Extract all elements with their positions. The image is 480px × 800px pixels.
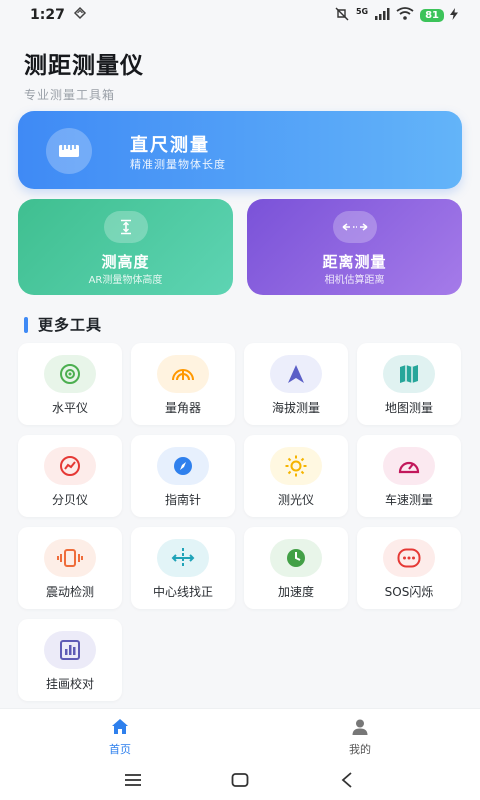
height-card-desc: AR测量物体高度 xyxy=(88,275,163,286)
bar-chart-icon xyxy=(44,631,96,669)
menu-icon[interactable] xyxy=(121,768,145,792)
tool-label: 加速度 xyxy=(277,585,314,599)
tool-label: 分贝仪 xyxy=(51,493,88,507)
tab-home-label: 首页 xyxy=(109,743,131,756)
center-line-icon xyxy=(157,539,209,577)
tool-label: 测光仪 xyxy=(277,493,314,507)
tool-card-9[interactable]: 震动检测 xyxy=(18,527,122,609)
height-measure-card[interactable]: 测高度 AR测量物体高度 xyxy=(18,199,233,295)
bottom-tab-bar: 首页 我的 xyxy=(0,708,480,760)
tab-mine-label: 我的 xyxy=(349,743,371,756)
status-time: 1:27 xyxy=(30,7,65,23)
speedometer-icon xyxy=(383,447,435,485)
page-title: 测距测量仪 xyxy=(24,53,144,79)
distance-arrows-icon xyxy=(332,211,377,243)
acceleration-clock-icon xyxy=(270,539,322,577)
navigation-arrow-icon xyxy=(270,355,322,393)
charging-icon xyxy=(450,7,458,23)
tool-card-3[interactable]: 海拔测量 xyxy=(244,343,348,425)
signal-icon xyxy=(374,7,390,23)
tool-label: 海拔测量 xyxy=(271,401,320,415)
height-arrows-icon xyxy=(103,211,148,243)
system-nav-bar xyxy=(0,760,480,800)
vibration-icon xyxy=(44,539,96,577)
tool-label: SOS闪烁 xyxy=(384,585,434,599)
protractor-icon xyxy=(157,355,209,393)
map-icon xyxy=(383,355,435,393)
user-icon xyxy=(350,717,370,737)
tab-mine[interactable]: 我的 xyxy=(240,709,480,760)
home-square-icon[interactable] xyxy=(228,768,252,792)
distance-card-desc: 相机估算距离 xyxy=(324,275,385,286)
compass-icon xyxy=(157,447,209,485)
section-accent-bar xyxy=(24,316,28,333)
ruler-card-desc: 精准测量物体长度 xyxy=(130,158,226,171)
tool-label: 震动检测 xyxy=(45,585,94,599)
tool-card-4[interactable]: 地图测量 xyxy=(357,343,461,425)
network-label: 5G xyxy=(355,6,369,16)
tool-label: 挂画校对 xyxy=(45,677,94,691)
level-icon xyxy=(44,355,96,393)
section-title-text: 更多工具 xyxy=(38,316,103,334)
tool-card-12[interactable]: SOS闪烁 xyxy=(357,527,461,609)
tool-label: 指南针 xyxy=(164,493,201,507)
mute-icon xyxy=(334,7,350,24)
tool-label: 地图测量 xyxy=(384,401,433,415)
tool-card-2[interactable]: 量角器 xyxy=(131,343,235,425)
tab-home[interactable]: 首页 xyxy=(0,709,240,760)
distance-card-title: 距离测量 xyxy=(322,253,387,271)
tool-card-6[interactable]: 指南针 xyxy=(131,435,235,517)
height-card-title: 测高度 xyxy=(101,253,150,271)
tool-card-5[interactable]: 分贝仪 xyxy=(18,435,122,517)
sun-icon xyxy=(270,447,322,485)
more-tools-heading: 更多工具 xyxy=(24,314,102,335)
back-icon[interactable] xyxy=(335,768,359,792)
page-subtitle: 专业测量工具箱 xyxy=(24,88,116,102)
distance-measure-card[interactable]: 距离测量 相机估算距离 xyxy=(247,199,462,295)
tool-label: 量角器 xyxy=(164,401,201,415)
tool-label: 车速测量 xyxy=(384,493,433,507)
sos-icon xyxy=(383,539,435,577)
tool-card-11[interactable]: 加速度 xyxy=(244,527,348,609)
ruler-measure-card[interactable]: 直尺测量 精准测量物体长度 xyxy=(18,111,462,189)
tool-label: 中心线找正 xyxy=(152,585,213,599)
decibel-gauge-icon xyxy=(44,447,96,485)
tool-card-10[interactable]: 中心线找正 xyxy=(131,527,235,609)
tool-card-13[interactable]: 挂画校对 xyxy=(18,619,122,701)
tool-card-1[interactable]: 水平仪 xyxy=(18,343,122,425)
ruler-icon xyxy=(46,128,92,174)
tool-label: 水平仪 xyxy=(51,401,88,415)
wifi-icon xyxy=(396,7,414,23)
status-bar: 1:27 5G 81 xyxy=(0,0,480,30)
ruler-card-title: 直尺测量 xyxy=(130,135,210,156)
tool-card-7[interactable]: 测光仪 xyxy=(244,435,348,517)
notification-icon xyxy=(73,6,87,24)
page-header: 测距测量仪 专业测量工具箱 xyxy=(24,46,144,103)
home-icon xyxy=(110,717,130,737)
tool-card-8[interactable]: 车速测量 xyxy=(357,435,461,517)
battery-level: 81 xyxy=(420,8,444,22)
